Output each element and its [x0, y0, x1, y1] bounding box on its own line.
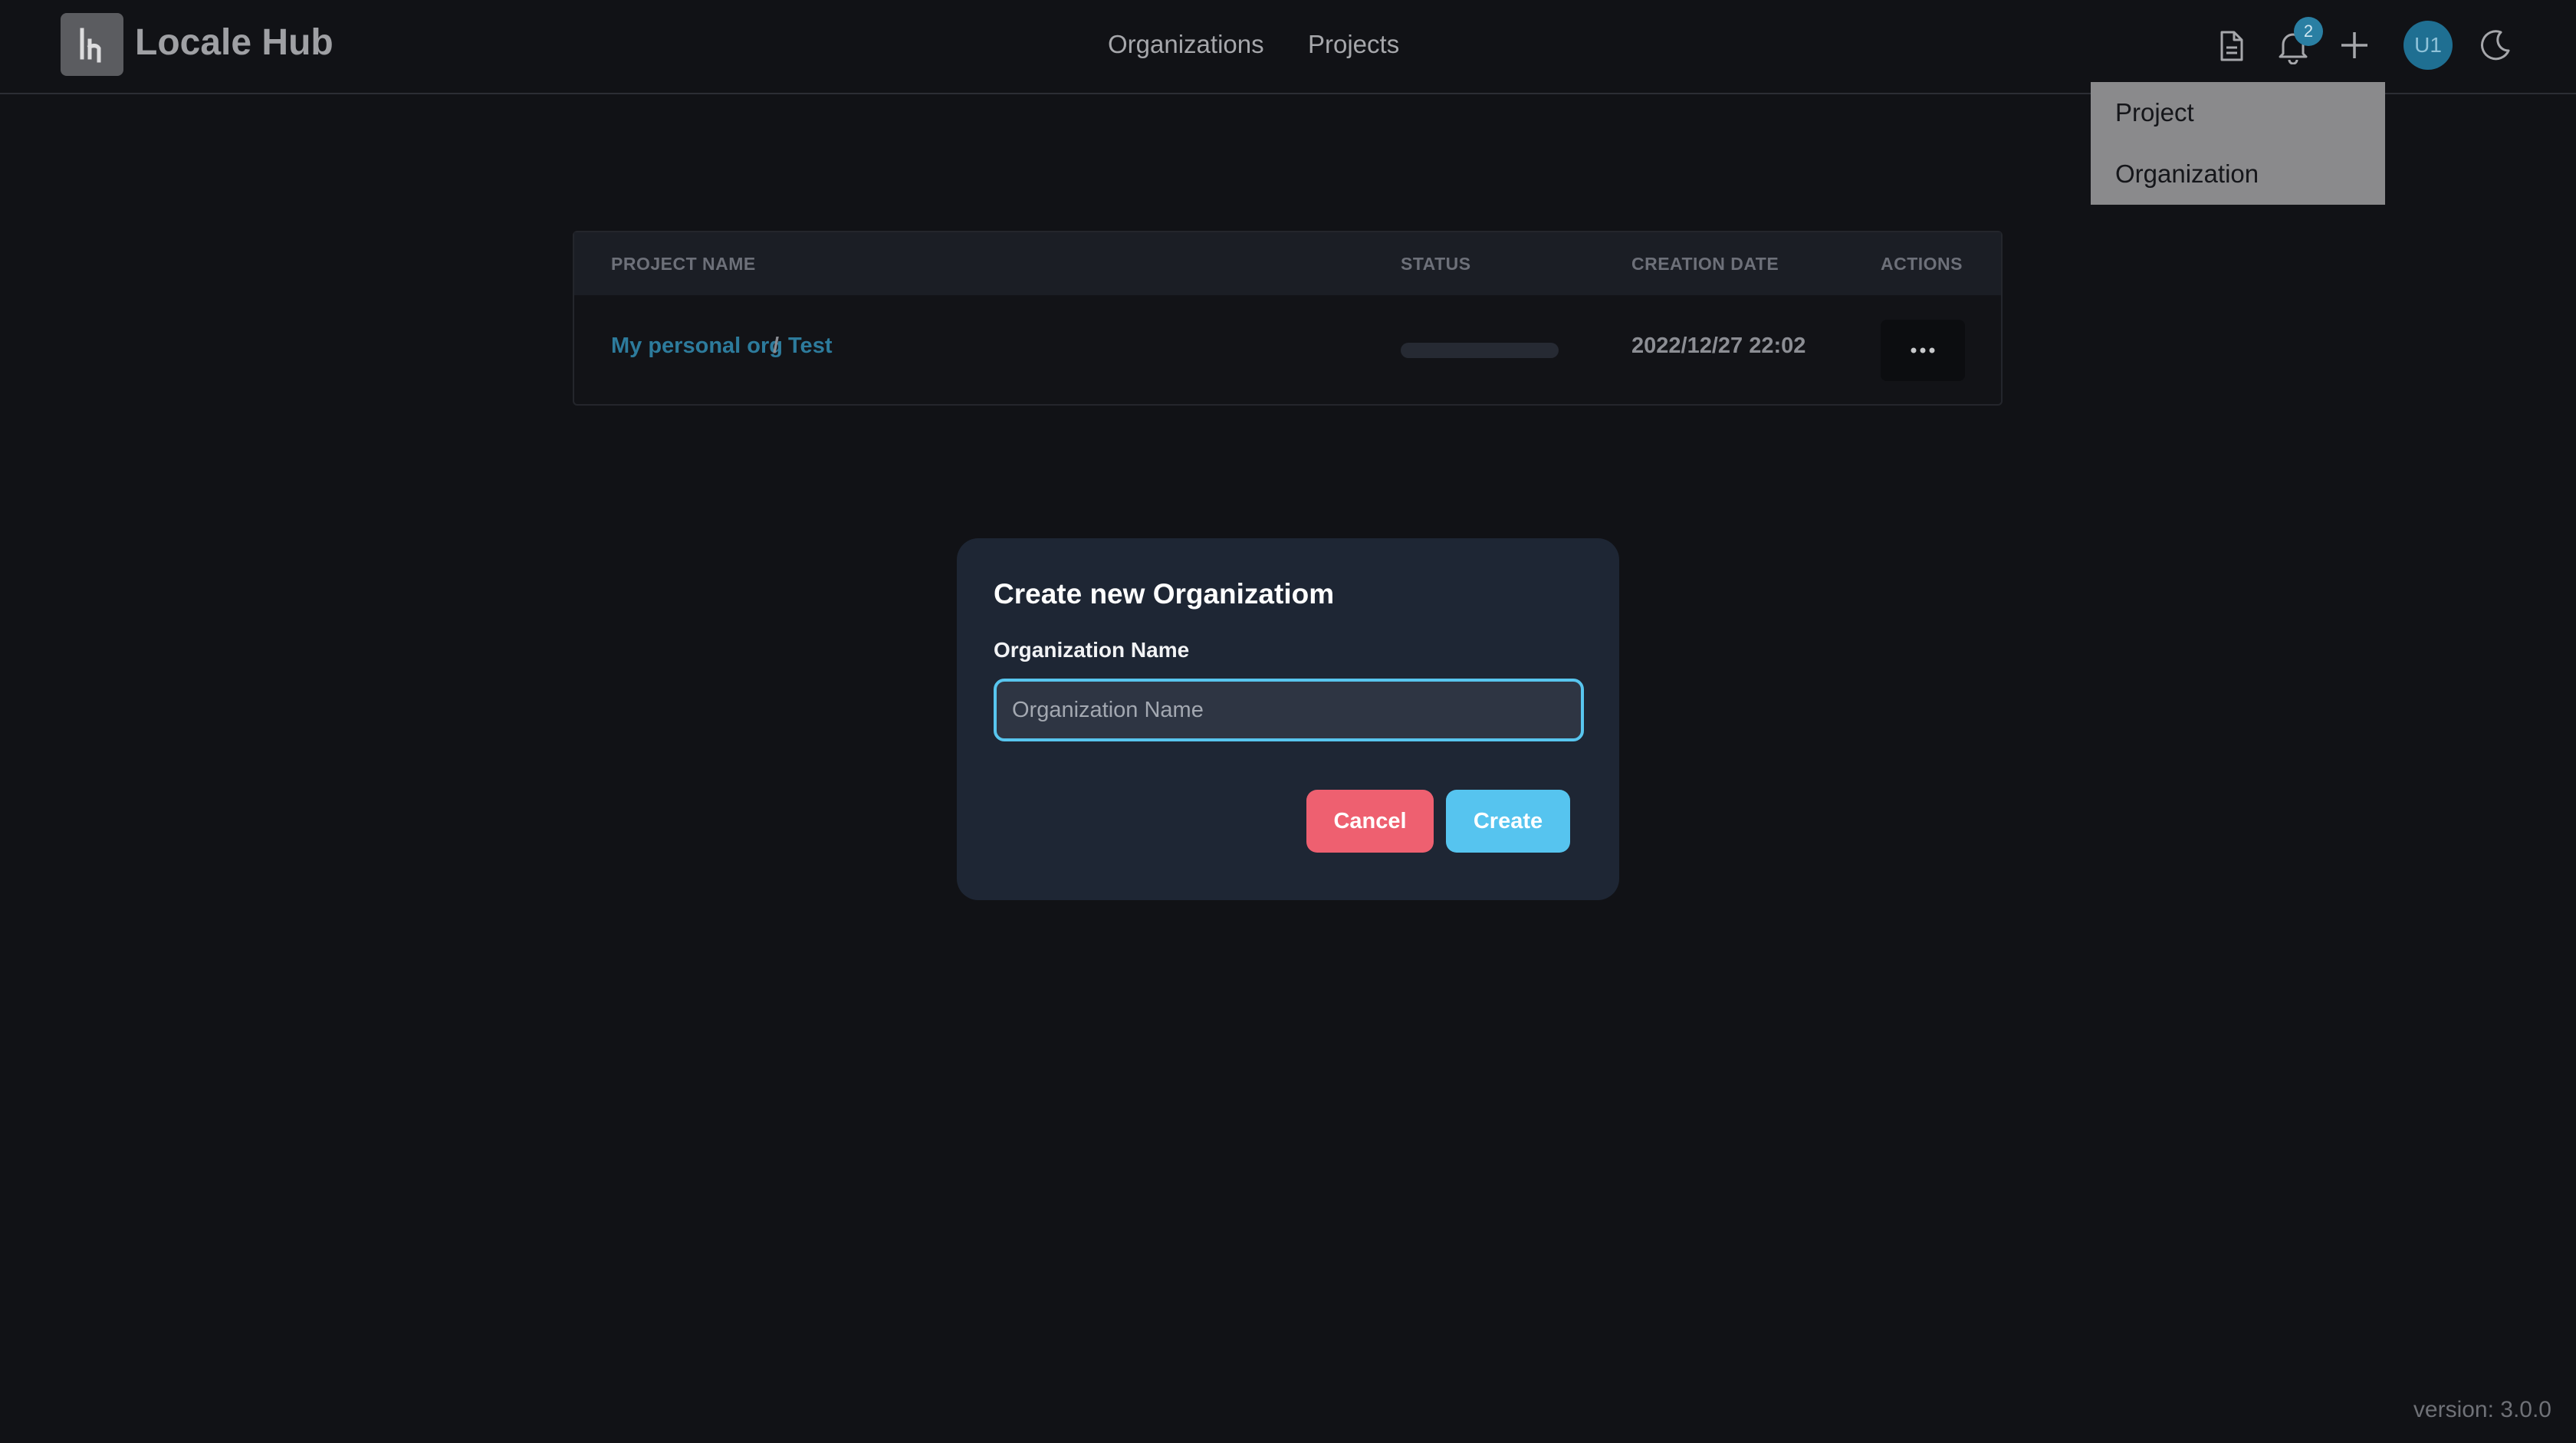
add-dropdown-menu: Project Organization: [2091, 82, 2385, 205]
document-icon[interactable]: [2216, 29, 2246, 67]
nav-organizations[interactable]: Organizations: [1108, 30, 1264, 59]
avatar[interactable]: U1: [2404, 21, 2453, 70]
menu-item-organization[interactable]: Organization: [2115, 159, 2259, 189]
project-link[interactable]: Test: [788, 334, 832, 359]
row-actions-button[interactable]: [1881, 320, 1965, 381]
column-header-creation-date: CREATION DATE: [1631, 254, 1779, 274]
organization-name-label: Organization Name: [994, 638, 1190, 662]
brand-name[interactable]: Locale Hub: [135, 21, 334, 64]
plus-icon[interactable]: [2338, 29, 2371, 65]
logo-icon[interactable]: [61, 13, 123, 76]
status-progress-bar: [1401, 343, 1559, 358]
version-label: version: 3.0.0: [2413, 1397, 2551, 1422]
projects-table: PROJECT NAME STATUS CREATION DATE ACTION…: [573, 231, 2003, 406]
menu-item-project[interactable]: Project: [2115, 98, 2194, 127]
more-horizontal-icon: [1911, 347, 1935, 353]
moon-icon[interactable]: [2478, 28, 2513, 67]
modal-title: Create new Organizatiom: [994, 578, 1335, 610]
creation-date: 2022/12/27 22:02: [1631, 334, 1806, 358]
column-header-actions: ACTIONS: [1881, 254, 1963, 274]
top-header: Locale Hub Organizations Projects 2 U1: [0, 0, 2576, 94]
cancel-button[interactable]: Cancel: [1306, 790, 1434, 853]
org-link[interactable]: My personal org: [611, 334, 783, 359]
table-row: My personal org / Test 2022/12/27 22:02: [574, 295, 2001, 406]
column-header-project-name: PROJECT NAME: [611, 254, 756, 274]
column-header-status: STATUS: [1401, 254, 1471, 274]
notification-badge: 2: [2294, 17, 2323, 46]
path-separator: /: [773, 334, 780, 358]
create-organization-modal: Create new Organizatiom Organization Nam…: [957, 538, 1619, 900]
nav-projects[interactable]: Projects: [1308, 30, 1399, 59]
organization-name-input[interactable]: [994, 679, 1584, 741]
create-button[interactable]: Create: [1446, 790, 1570, 853]
table-header: PROJECT NAME STATUS CREATION DATE ACTION…: [574, 232, 2001, 295]
